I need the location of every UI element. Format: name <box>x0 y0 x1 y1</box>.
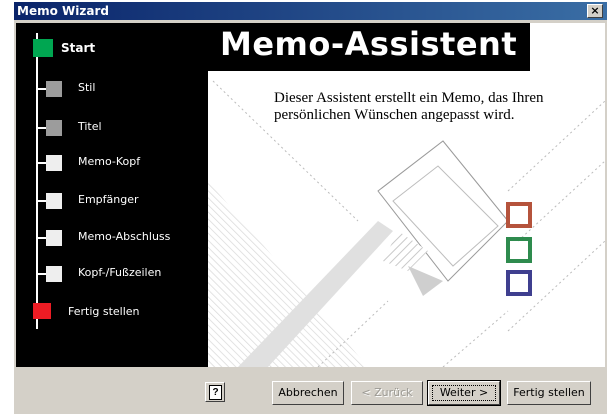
step-marker-current <box>33 39 53 57</box>
step-label: Fertig stellen <box>68 305 140 318</box>
next-button[interactable]: Weiter > <box>427 380 501 406</box>
cancel-button[interactable]: Abbrechen <box>272 381 344 405</box>
window-title: Memo Wizard <box>17 4 109 18</box>
step-marker <box>46 193 62 209</box>
wizard-content: Memo-Assistent Dieser Assistent erstellt… <box>208 23 605 367</box>
help-button[interactable]: ? <box>205 382 225 402</box>
step-marker <box>46 266 62 282</box>
step-label: Start <box>61 41 96 55</box>
step-label: Kopf-/Fußzeilen <box>78 266 162 279</box>
finish-button[interactable]: Fertig stellen <box>507 381 591 405</box>
content-header: Memo-Assistent <box>208 23 605 71</box>
page-title: Memo-Assistent <box>220 25 518 63</box>
step-label: Memo-Kopf <box>78 155 141 168</box>
step-label: Empfänger <box>78 193 139 206</box>
wizard-description: Dieser Assistent erstellt ein Memo, das … <box>274 90 544 123</box>
back-button[interactable]: < Zurück <box>351 381 423 405</box>
step-label: Stil <box>78 81 96 94</box>
green-square-icon <box>506 237 532 263</box>
step-marker <box>46 81 62 97</box>
step-label: Titel <box>78 120 102 133</box>
step-marker-final <box>33 303 51 319</box>
step-marker <box>46 120 62 136</box>
help-icon: ? <box>209 385 222 400</box>
close-icon: × <box>590 4 600 17</box>
wizard-window: Memo Wizard × Start Stil Titel Memo-Kopf <box>13 2 607 414</box>
step-marker <box>46 155 62 171</box>
step-marker <box>46 230 62 246</box>
title-bar: Memo Wizard × <box>14 2 607 20</box>
blue-square-icon <box>506 270 532 296</box>
step-label: Memo-Abschluss <box>78 230 171 243</box>
wizard-steps-sidebar: Start Stil Titel Memo-Kopf Empfänger Mem… <box>16 23 208 367</box>
red-square-icon <box>506 202 532 228</box>
steps-connector-line <box>36 33 38 329</box>
button-bar: ? Abbrechen < Zurück Weiter > Fertig ste… <box>14 368 607 414</box>
close-button[interactable]: × <box>587 4 603 18</box>
